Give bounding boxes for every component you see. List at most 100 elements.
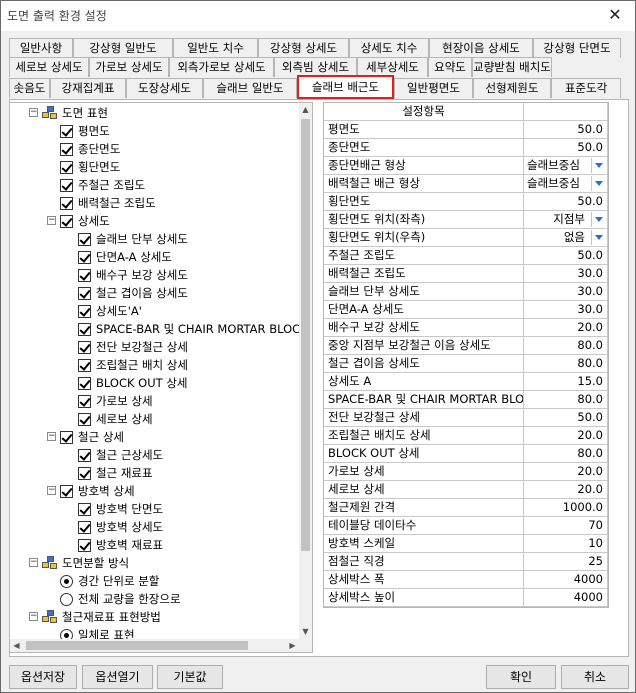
- checkbox-checked-icon[interactable]: [78, 304, 91, 318]
- tree-item-check[interactable]: 전단 보강철근 상세: [78, 338, 188, 356]
- grid-cell-value[interactable]: 80.0: [524, 391, 608, 409]
- checkbox-checked-icon[interactable]: [60, 142, 73, 156]
- checkbox-checked-icon[interactable]: [78, 322, 91, 336]
- close-icon[interactable]: ✕: [605, 4, 625, 26]
- save-options-button[interactable]: 옵션저장: [9, 665, 77, 689]
- scroll-right-icon[interactable]: ▶: [286, 639, 299, 652]
- scroll-left-icon[interactable]: ◀: [10, 639, 23, 652]
- checkbox-checked-icon[interactable]: [78, 340, 91, 354]
- grid-cell-value[interactable]: 20.0: [524, 427, 608, 445]
- grid-cell-value[interactable]: 4000: [524, 571, 608, 589]
- grid-cell-value[interactable]: 10: [524, 535, 608, 553]
- checkbox-checked-icon[interactable]: [78, 466, 91, 480]
- grid-cell-dropdown[interactable]: 슬래브중심: [524, 175, 608, 193]
- checkbox-checked-icon[interactable]: [60, 178, 73, 192]
- tab-row3-1[interactable]: 강재집계표: [50, 78, 126, 98]
- tab-row3-4[interactable]: 슬래브 배근도: [297, 75, 394, 99]
- collapse-icon[interactable]: −: [29, 558, 38, 567]
- tab-row3-3[interactable]: 슬래브 일반도: [203, 78, 297, 98]
- tree-radio-option[interactable]: 전체 교량을 한장으로: [60, 590, 181, 608]
- checkbox-checked-icon[interactable]: [78, 502, 91, 516]
- tab-row1-5[interactable]: 현장이음 상세도: [429, 38, 533, 58]
- tab-row3-5[interactable]: 일반평면도: [394, 78, 473, 98]
- checkbox-checked-icon[interactable]: [78, 232, 91, 246]
- checkbox-checked-icon[interactable]: [78, 412, 91, 426]
- tree-item-check[interactable]: 철근 재료표: [78, 464, 153, 482]
- tree-item-check[interactable]: 방호벽 상세도: [78, 518, 163, 536]
- grid-cell-value[interactable]: 80.0: [524, 337, 608, 355]
- radio-selected-icon[interactable]: [60, 628, 73, 639]
- collapse-icon[interactable]: −: [29, 108, 38, 117]
- checkbox-checked-icon[interactable]: [78, 538, 91, 552]
- checkbox-checked-icon[interactable]: [60, 430, 73, 444]
- grid-cell-dropdown[interactable]: 없음: [524, 229, 608, 247]
- scroll-thumb-horizontal[interactable]: [26, 641, 248, 650]
- checkbox-checked-icon[interactable]: [78, 250, 91, 264]
- tab-row3-0[interactable]: 솟음도: [9, 78, 50, 98]
- tree-item-check[interactable]: 방호벽 재료표: [78, 536, 163, 554]
- collapse-icon[interactable]: −: [29, 612, 38, 621]
- grid-cell-value[interactable]: 25: [524, 553, 608, 571]
- tree-item-check[interactable]: 배력철근 조립도: [60, 194, 156, 212]
- dropdown-arrow-icon[interactable]: [591, 212, 606, 227]
- tree-item-check[interactable]: 단면A-A 상세도: [78, 248, 172, 266]
- tree-root-drawing-style[interactable]: 도면 표현: [42, 104, 108, 122]
- tree-item-check[interactable]: 세로보 상세: [78, 410, 153, 428]
- dropdown-arrow-icon[interactable]: [591, 158, 606, 173]
- tree-item-check[interactable]: 상세도'A': [78, 302, 142, 320]
- grid-cell-value[interactable]: 50.0: [524, 247, 608, 265]
- collapse-icon[interactable]: −: [47, 216, 56, 225]
- collapse-icon[interactable]: −: [47, 432, 56, 441]
- dropdown-arrow-icon[interactable]: [591, 176, 606, 191]
- radio-selected-icon[interactable]: [60, 574, 73, 588]
- checkbox-checked-icon[interactable]: [60, 124, 73, 138]
- tree-item-check[interactable]: 철근 겹이음 상세도: [78, 284, 188, 302]
- tree-vertical-scrollbar[interactable]: ▲ ▼: [299, 103, 312, 639]
- checkbox-checked-icon[interactable]: [60, 214, 73, 228]
- radio-unselected-icon[interactable]: [60, 592, 73, 606]
- checkbox-checked-icon[interactable]: [78, 358, 91, 372]
- tab-row2-4[interactable]: 세부상세도: [357, 57, 428, 77]
- tab-row2-1[interactable]: 가로보 상세도: [89, 57, 169, 77]
- checkbox-checked-icon[interactable]: [78, 376, 91, 390]
- tree-item-check[interactable]: 방호벽 단면도: [78, 500, 163, 518]
- scroll-thumb[interactable]: [301, 119, 310, 551]
- tree-item-check[interactable]: 철근 근상세도: [78, 446, 163, 464]
- tab-row1-4[interactable]: 상세도 치수: [349, 38, 429, 58]
- default-button[interactable]: 기본값: [157, 665, 223, 689]
- cancel-button[interactable]: 취소: [561, 665, 629, 689]
- tree-radio-option[interactable]: 경간 단위로 분할: [60, 572, 159, 590]
- tree-item-check[interactable]: 횡단면도: [60, 158, 120, 176]
- checkbox-checked-icon[interactable]: [60, 484, 73, 498]
- grid-cell-value[interactable]: 30.0: [524, 301, 608, 319]
- tree-root-split[interactable]: 도면분할 방식: [42, 554, 129, 572]
- tab-row3-6[interactable]: 선형제원도: [473, 78, 551, 98]
- tree-item-check[interactable]: 가로보 상세: [78, 392, 153, 410]
- grid-cell-value[interactable]: 80.0: [524, 445, 608, 463]
- tab-row3-2[interactable]: 도장상세도: [126, 78, 203, 98]
- tree-radio-option[interactable]: 일체로 표현: [60, 626, 135, 639]
- tree-item-check[interactable]: 주철근 조립도: [60, 176, 145, 194]
- grid-cell-value[interactable]: 20.0: [524, 319, 608, 337]
- grid-cell-value[interactable]: 50.0: [524, 121, 608, 139]
- scroll-up-icon[interactable]: ▲: [299, 103, 312, 117]
- tab-row1-3[interactable]: 강상형 상세도: [258, 38, 349, 58]
- tree-group-detail[interactable]: 상세도: [60, 212, 110, 230]
- tab-row1-6[interactable]: 강상형 단면도: [533, 38, 621, 58]
- grid-cell-value[interactable]: 4000: [524, 589, 608, 607]
- checkbox-checked-icon[interactable]: [78, 394, 91, 408]
- tree-item-check[interactable]: SPACE-BAR 및 CHAIR MORTAR BLOCK 상세: [78, 320, 299, 338]
- tree-item-check[interactable]: 평면도: [60, 122, 110, 140]
- grid-cell-value[interactable]: 1000.0: [524, 499, 608, 517]
- tree-root-table[interactable]: 철근재료표 표현방법: [42, 608, 161, 626]
- checkbox-checked-icon[interactable]: [60, 196, 73, 210]
- tab-row3-7[interactable]: 표준도각: [551, 78, 621, 98]
- tab-row2-0[interactable]: 세로보 상세도: [9, 57, 89, 77]
- grid-cell-value[interactable]: 30.0: [524, 265, 608, 283]
- grid-cell-dropdown[interactable]: 지점부: [524, 211, 608, 229]
- checkbox-checked-icon[interactable]: [60, 160, 73, 174]
- tab-row1-1[interactable]: 강상형 일반도: [73, 38, 173, 58]
- tab-row2-6[interactable]: 교량받침 배치도: [472, 57, 552, 77]
- grid-cell-value[interactable]: 50.0: [524, 139, 608, 157]
- grid-cell-value[interactable]: 30.0: [524, 283, 608, 301]
